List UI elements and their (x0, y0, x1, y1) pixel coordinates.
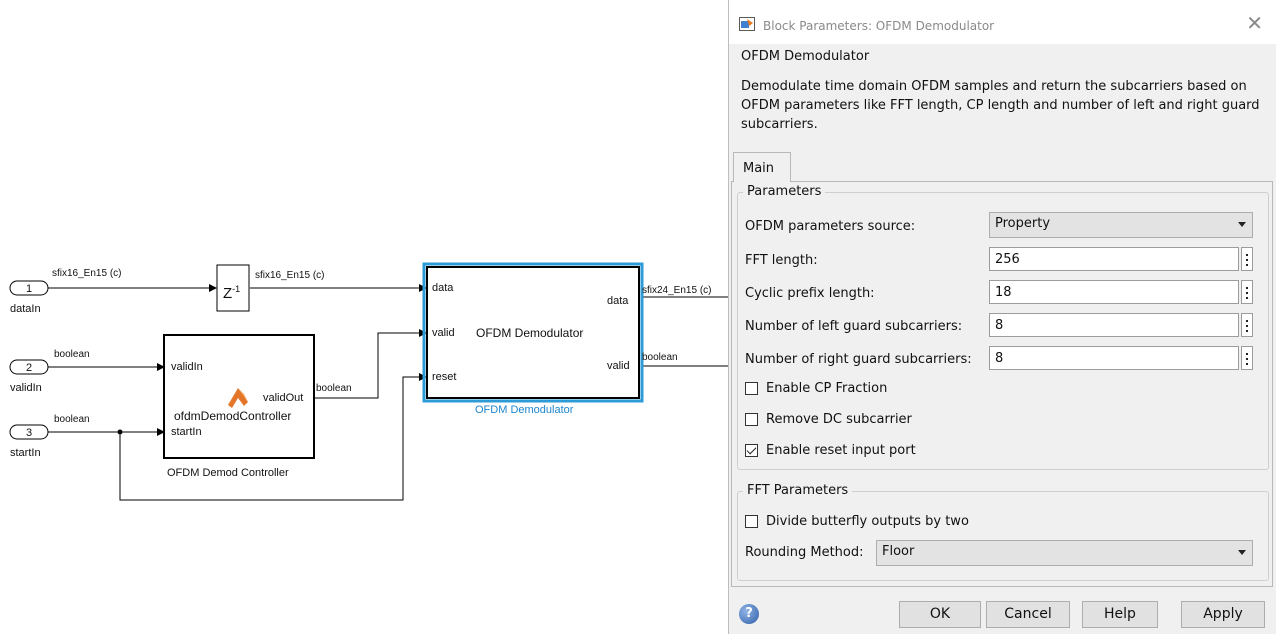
fft-length-menu-icon[interactable] (1241, 247, 1253, 271)
signal-validin-label: boolean (54, 349, 90, 360)
divide-butterfly-checkbox[interactable] (745, 515, 758, 528)
divide-butterfly-label: Divide butterfly outputs by two (766, 514, 969, 529)
parameters-group-title: Parameters (743, 184, 826, 199)
dialog-title: Block Parameters: OFDM Demodulator (763, 19, 995, 33)
fft-parameters-group-title: FFT Parameters (743, 483, 853, 498)
rounding-method-label: Rounding Method: (745, 545, 864, 560)
block-type-name: OFDM Demodulator (741, 49, 870, 64)
ok-button[interactable]: OK (899, 601, 981, 628)
inport-2-number: 2 (26, 362, 33, 374)
chevron-down-icon (1238, 222, 1246, 227)
apply-button[interactable]: Apply (1181, 601, 1265, 628)
dialog-titlebar[interactable]: Block Parameters: OFDM Demodulator ✕ (729, 0, 1276, 44)
enable-cp-fraction-label: Enable CP Fraction (766, 381, 888, 396)
inport-3-name: startIn (10, 447, 41, 459)
enable-reset-checkbox[interactable] (745, 444, 758, 457)
left-guard-label: Number of left guard subcarriers: (745, 319, 963, 334)
simulink-app-icon (739, 17, 755, 31)
controller-port-validin: validIn (171, 361, 203, 373)
signal-delay-out-label: sfix16_En15 (c) (255, 270, 325, 281)
controller-port-startin: startIn (171, 426, 202, 438)
cp-length-label: Cyclic prefix length: (745, 286, 875, 301)
rounding-method-value: Floor (882, 544, 915, 559)
ofdm-source-select[interactable]: Property (989, 212, 1253, 238)
close-icon[interactable]: ✕ (1246, 13, 1263, 33)
cancel-button[interactable]: Cancel (986, 601, 1070, 628)
signal-startin-label: boolean (54, 414, 90, 425)
fft-length-label: FFT length: (745, 253, 818, 268)
block-description: Demodulate time domain OFDM samples and … (741, 79, 1260, 132)
delay-exponent: -1 (232, 284, 241, 294)
demod-port-data-out: data (607, 295, 629, 307)
signal-demod-valid-out-label: boolean (642, 352, 678, 363)
demod-port-data-in: data (432, 282, 454, 294)
fft-length-field[interactable]: 256 (989, 247, 1239, 271)
controller-function-name: ofdmDemodController (174, 409, 292, 423)
help-button[interactable]: Help (1082, 601, 1158, 628)
signal-demod-data-out-label: sfix24_En15 (c) (642, 285, 712, 296)
signal-lines (9, 262, 728, 501)
demod-block-name[interactable]: OFDM Demodulator (475, 404, 573, 416)
enable-cp-fraction-checkbox[interactable] (745, 382, 758, 395)
inport-1-number: 1 (26, 283, 33, 295)
signal-datain-label: sfix16_En15 (c) (52, 268, 122, 279)
demod-port-valid-out: valid (607, 360, 630, 372)
signal-validout-label: boolean (316, 383, 352, 394)
rounding-method-select[interactable]: Floor (876, 540, 1253, 566)
block-parameters-dialog: Block Parameters: OFDM Demodulator ✕ OFD… (728, 0, 1276, 634)
cp-length-menu-icon[interactable] (1241, 280, 1253, 304)
chevron-down-icon (1238, 550, 1246, 555)
right-guard-menu-icon[interactable] (1241, 346, 1253, 370)
cp-length-field[interactable]: 18 (989, 280, 1239, 304)
right-guard-label: Number of right guard subcarriers: (745, 352, 972, 367)
help-icon[interactable]: ? (739, 604, 759, 624)
remove-dc-label: Remove DC subcarrier (766, 412, 912, 427)
left-guard-field[interactable]: 8 (989, 313, 1239, 337)
inport-2-name: validIn (10, 382, 42, 394)
inport-3-number: 3 (26, 427, 33, 439)
controller-port-validout: validOut (263, 392, 304, 404)
left-guard-menu-icon[interactable] (1241, 313, 1253, 337)
tab-main[interactable]: Main (733, 152, 791, 182)
controller-block-name: OFDM Demod Controller (167, 467, 289, 479)
ofdm-source-value: Property (995, 216, 1051, 231)
inport-1-name: dataIn (10, 303, 41, 315)
remove-dc-checkbox[interactable] (745, 413, 758, 426)
fft-parameters-group (737, 491, 1269, 581)
right-guard-field[interactable]: 8 (989, 346, 1239, 370)
ofdm-source-label: OFDM parameters source: (745, 219, 916, 234)
demod-port-reset: reset (432, 371, 457, 383)
delay-label: Z-1 (223, 284, 241, 302)
enable-reset-label: Enable reset input port (766, 443, 916, 458)
demod-port-valid-in: valid (432, 327, 455, 339)
demod-center-text: OFDM Demodulator (476, 326, 584, 340)
